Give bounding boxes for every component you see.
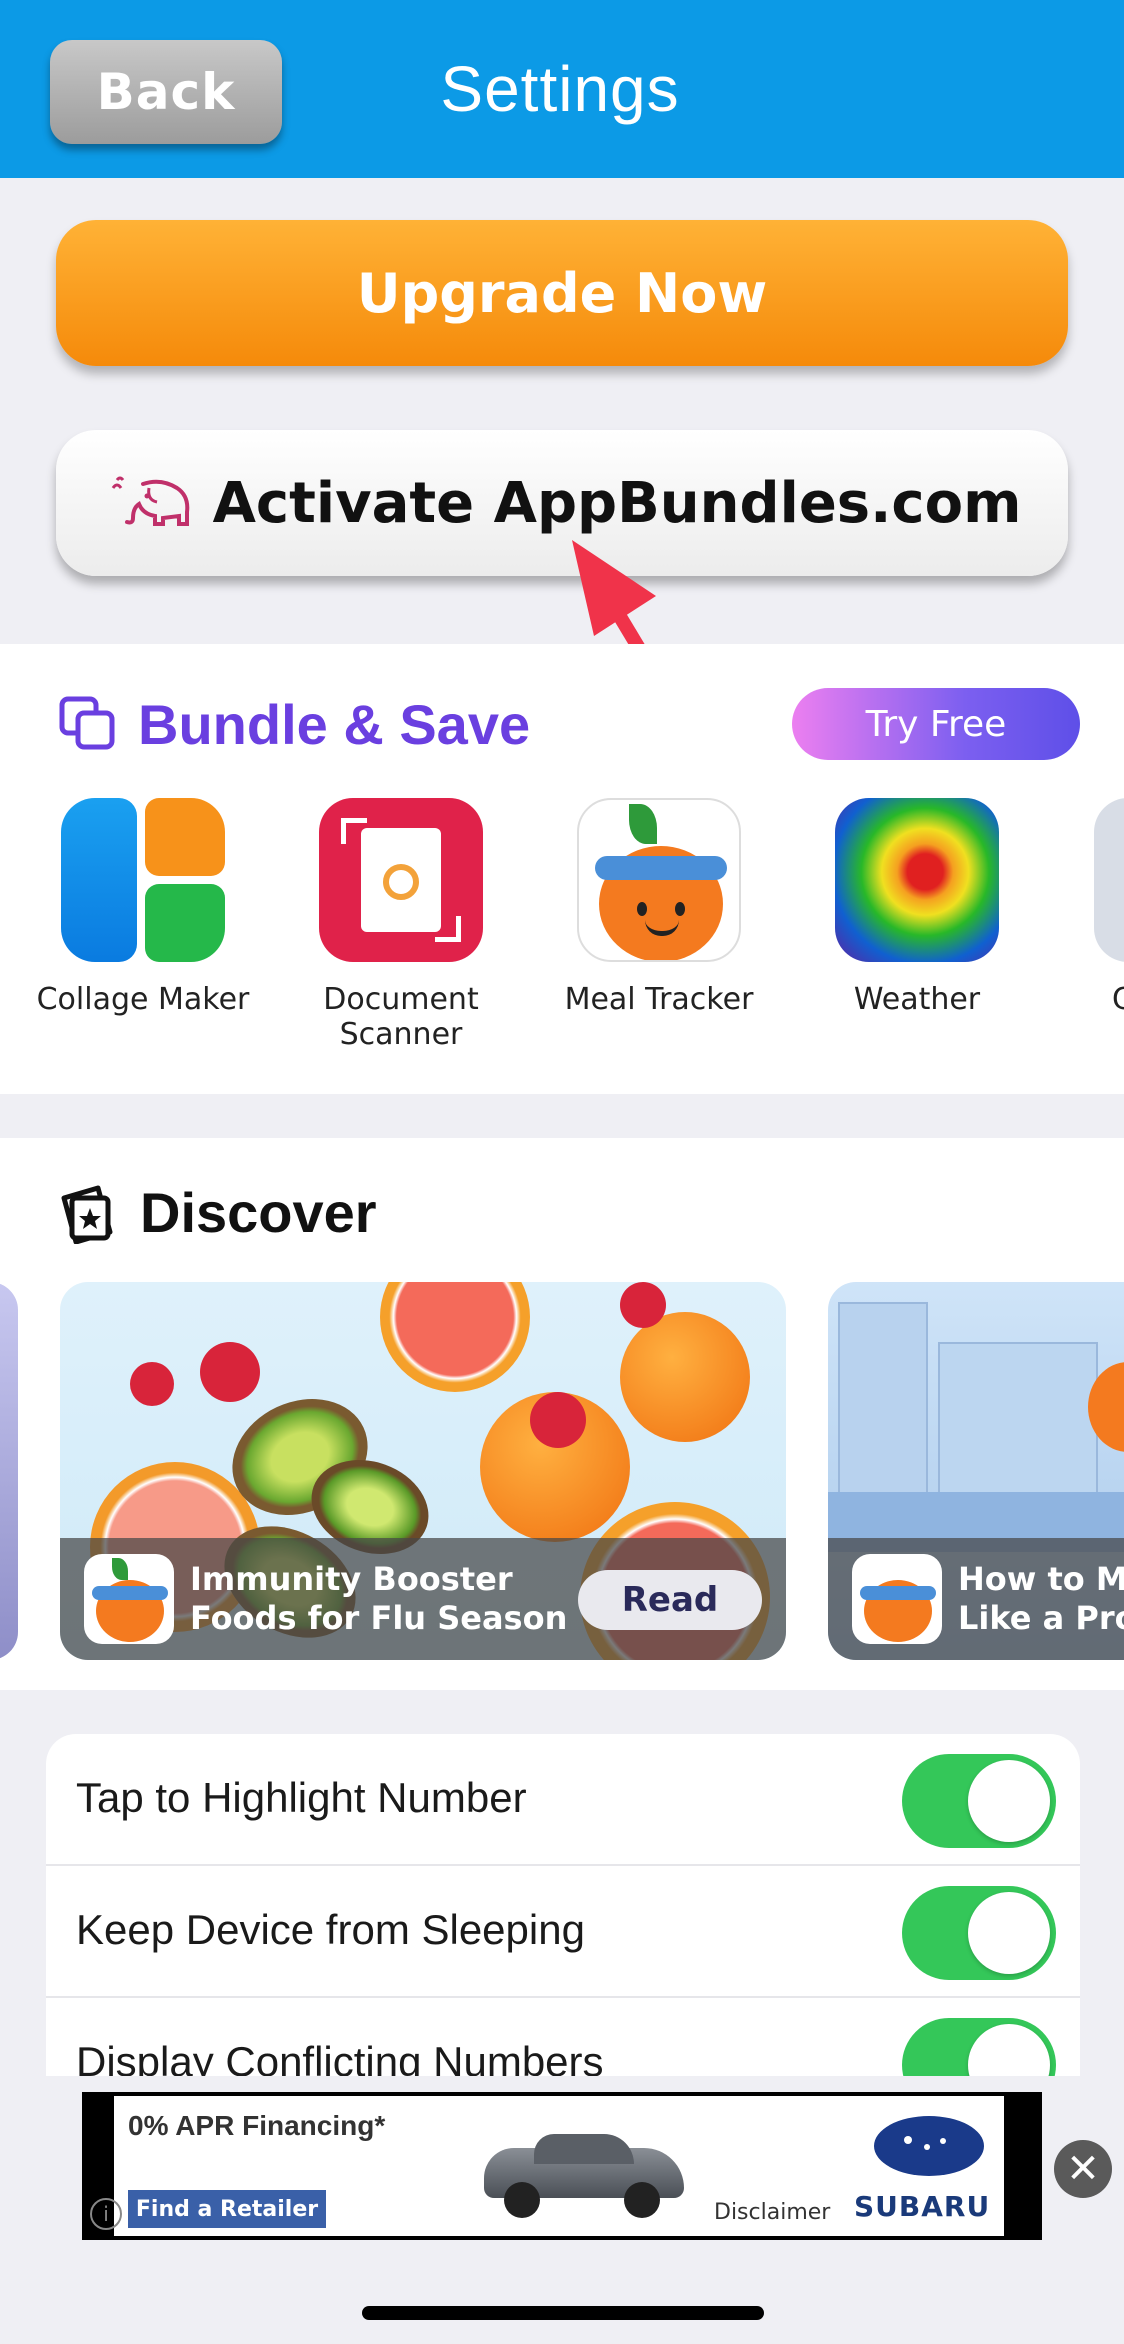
close-ad-icon[interactable]: ✕: [1054, 2140, 1112, 2198]
car-image: [474, 2118, 694, 2218]
partial-app-icon: [1094, 798, 1124, 962]
page-title: Settings: [440, 53, 680, 125]
setting-label: Tap to Highlight Number: [76, 1774, 527, 1821]
find-retailer-button[interactable]: Find a Retailer: [128, 2190, 326, 2228]
app-label: C: [1112, 982, 1124, 1017]
discover-card-immunity[interactable]: Immunity Booster Foods for Flu Season Re…: [60, 1282, 786, 1660]
header-bar: Back Settings: [0, 0, 1124, 178]
card-title: Immunity Booster Foods for Flu Season: [190, 1560, 567, 1638]
ad-brand: SUBARU: [854, 2190, 991, 2223]
app-document-scanner[interactable]: Document Scanner: [286, 798, 516, 1052]
bundle-header: Bundle & Save: [58, 692, 531, 756]
app-collage-maker[interactable]: Collage Maker: [28, 798, 258, 1017]
collage-maker-icon: [61, 798, 225, 962]
app-label: Collage Maker: [36, 982, 250, 1017]
setting-label: Keep Device from Sleeping: [76, 1906, 585, 1953]
app-label: Weather: [853, 982, 981, 1017]
document-scanner-icon: [319, 798, 483, 962]
conflicting-numbers-toggle[interactable]: [902, 2018, 1056, 2076]
discover-card-partial-left[interactable]: [0, 1282, 18, 1660]
try-free-button[interactable]: Try Free: [792, 688, 1080, 760]
card-title: How to Ma Like a Pro: [958, 1560, 1124, 1638]
app-partial[interactable]: C: [1060, 798, 1124, 1017]
highlight-number-toggle[interactable]: [902, 1754, 1056, 1848]
ad-headline: 0% APR Financing*: [128, 2110, 386, 2141]
bundle-title: Bundle & Save: [138, 692, 531, 756]
ad-info-icon[interactable]: i: [90, 2198, 122, 2230]
weather-radar-icon: [835, 798, 999, 962]
ad-disclaimer[interactable]: Disclaimer: [714, 2200, 830, 2225]
setting-row-highlight-number: Tap to Highlight Number: [46, 1734, 1080, 1866]
bundle-icon: [59, 696, 115, 750]
bundle-section: Bundle & Save Try Free Collage Maker Doc…: [0, 644, 1124, 1094]
setting-row-conflicting-numbers: Display Conflicting Numbers: [46, 1998, 1080, 2076]
read-button[interactable]: Read: [578, 1570, 762, 1630]
app-meal-tracker[interactable]: Meal Tracker: [544, 798, 774, 1017]
discover-title: Discover: [140, 1181, 377, 1244]
ad-banner[interactable]: 0% APR Financing* Find a Retailer Discla…: [82, 2092, 1042, 2240]
app-label: Document Scanner: [323, 982, 479, 1052]
elephant-icon: [111, 476, 189, 526]
card-caption-bar: Immunity Booster Foods for Flu Season Re…: [60, 1538, 786, 1660]
meal-tracker-icon: [577, 798, 741, 962]
card-title-line1: How to Ma: [958, 1560, 1124, 1598]
setting-row-keep-awake: Keep Device from Sleeping: [46, 1866, 1080, 1998]
card-title-line1: Immunity Booster: [190, 1560, 513, 1598]
meal-tracker-thumb-icon: [84, 1554, 174, 1644]
discover-section: Discover Immunity Booster Foods for Flu …: [0, 1138, 1124, 1690]
ad-content: 0% APR Financing* Find a Retailer Discla…: [114, 2096, 1004, 2236]
discover-header: Discover: [58, 1180, 377, 1245]
card-title-line2: Like a Pro: [958, 1599, 1124, 1637]
upgrade-now-button[interactable]: Upgrade Now: [56, 220, 1068, 366]
discover-card-partial-right[interactable]: How to Ma Like a Pro: [828, 1282, 1124, 1660]
meal-tracker-thumb-icon: [852, 1554, 942, 1644]
activate-label: Activate AppBundles.com: [212, 470, 1022, 536]
setting-label: Display Conflicting Numbers: [76, 2038, 604, 2076]
subaru-logo-icon: [874, 2116, 984, 2176]
card-title-line2: Foods for Flu Season: [190, 1599, 568, 1637]
card-caption-bar: How to Ma Like a Pro: [828, 1538, 1124, 1660]
app-weather[interactable]: Weather: [802, 798, 1032, 1017]
home-indicator[interactable]: [362, 2306, 764, 2320]
app-label: Meal Tracker: [564, 982, 754, 1017]
settings-list: Tap to Highlight Number Keep Device from…: [46, 1734, 1080, 2076]
keep-awake-toggle[interactable]: [902, 1886, 1056, 1980]
back-button[interactable]: Back: [50, 40, 282, 144]
star-badge-icon: [61, 1185, 113, 1244]
